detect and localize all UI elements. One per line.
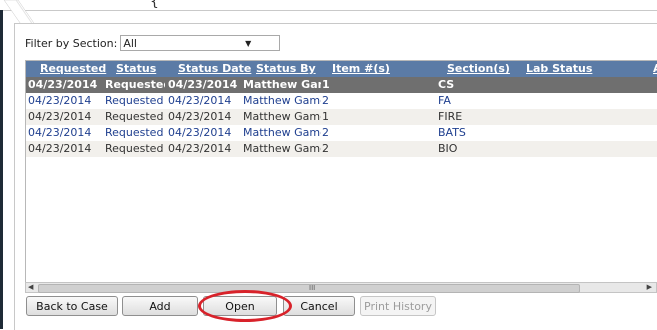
cell-requested: 04/23/2014: [28, 110, 92, 123]
cell-lab-status: [540, 109, 620, 125]
table-row[interactable]: 04/23/2014 Requested 04/23/2014 Matthew …: [26, 77, 657, 93]
col-header-status-by[interactable]: Status By: [256, 61, 334, 77]
cell-items: 1: [322, 78, 330, 91]
print-history-button: Print History: [360, 296, 436, 316]
col-header-extra[interactable]: A: [653, 61, 657, 77]
back-to-case-button[interactable]: Back to Case: [26, 296, 118, 316]
col-header-requested[interactable]: Requested: [40, 61, 112, 77]
divider: [3, 10, 657, 11]
filter-label: Filter by Section:: [25, 36, 118, 50]
cell-sections: FIRE: [438, 110, 463, 123]
scroll-left-icon[interactable]: ◀: [28, 283, 33, 292]
top-glyph: {: [150, 0, 159, 10]
cell-items: 1: [322, 110, 329, 123]
cell-sections: CS: [438, 78, 455, 91]
cell-items: 2: [322, 126, 329, 139]
table-row[interactable]: 04/23/2014 Requested 04/23/2014 Matthew …: [26, 93, 657, 109]
cell-requested: 04/23/2014: [28, 126, 92, 139]
table-row[interactable]: 04/23/2014 Requested 04/23/2014 Matthew …: [26, 125, 657, 141]
cell-sections: FA: [438, 94, 451, 107]
filter-selected-value: All: [123, 37, 137, 50]
cell-items: 2: [322, 94, 329, 107]
scroll-right-icon[interactable]: ▶: [647, 283, 652, 292]
filter-row: Filter by Section: All ▼: [25, 34, 281, 52]
add-button[interactable]: Add: [122, 296, 198, 316]
table-row[interactable]: 04/23/2014 Requested 04/23/2014 Matthew …: [26, 141, 657, 157]
cell-status: Requested: [105, 110, 164, 123]
scrollbar-thumb[interactable]: III: [38, 284, 580, 293]
cell-lab-status: [540, 125, 620, 141]
scrollbar-grip: III: [309, 284, 316, 292]
cell-status-by: Matthew Gamet: [243, 78, 321, 91]
horizontal-scrollbar[interactable]: ◀ III ▶: [25, 282, 657, 293]
cell-requested: 04/23/2014: [28, 78, 98, 91]
cell-status-by: Matthew Gametti: [243, 142, 321, 155]
grid-header: Requested Status Status Date Status By I…: [26, 61, 657, 77]
lab-requests-panel: Filter by Section: All ▼ Requested Statu…: [14, 23, 657, 330]
cell-status-date: 04/23/2014: [168, 78, 238, 91]
cell-requested: 04/23/2014: [28, 142, 92, 155]
cell-requested: 04/23/2014: [28, 94, 92, 107]
col-header-items[interactable]: Item #(s): [332, 61, 390, 77]
cell-items: 2: [322, 142, 329, 155]
cell-lab-status: [540, 93, 620, 109]
cell-status-by: Matthew Gametti: [243, 126, 321, 139]
col-header-lab-status[interactable]: Lab Status: [526, 61, 606, 77]
cell-sections: BIO: [438, 142, 458, 155]
cell-status-date: 04/23/2014: [168, 110, 232, 123]
highlight-circle-annotation: [198, 290, 292, 322]
section-filter-select[interactable]: All ▼: [120, 35, 281, 52]
cell-status-date: 04/23/2014: [168, 142, 232, 155]
cell-status-by: Matthew Gametti: [243, 110, 321, 123]
cell-lab-status: [540, 77, 620, 93]
cell-status-date: 04/23/2014: [168, 94, 232, 107]
cancel-button[interactable]: Cancel: [283, 296, 355, 316]
requests-grid: Requested Status Status Date Status By I…: [25, 60, 657, 284]
chevron-down-icon[interactable]: ▼: [245, 36, 251, 52]
col-header-sections[interactable]: Section(s): [447, 61, 517, 77]
cell-status-by: Matthew Gametti: [243, 94, 321, 107]
cell-lab-status: [540, 141, 620, 157]
cell-status: Requested: [105, 94, 164, 107]
table-row[interactable]: 04/23/2014 Requested 04/23/2014 Matthew …: [26, 109, 657, 125]
col-header-status-date[interactable]: Status Date: [178, 61, 251, 77]
col-header-status[interactable]: Status: [116, 61, 176, 77]
cell-sections: BATS: [438, 126, 466, 139]
cell-status-date: 04/23/2014: [168, 126, 232, 139]
cell-status: Requested: [105, 78, 165, 91]
cell-status: Requested: [105, 142, 164, 155]
cell-status: Requested: [105, 126, 164, 139]
